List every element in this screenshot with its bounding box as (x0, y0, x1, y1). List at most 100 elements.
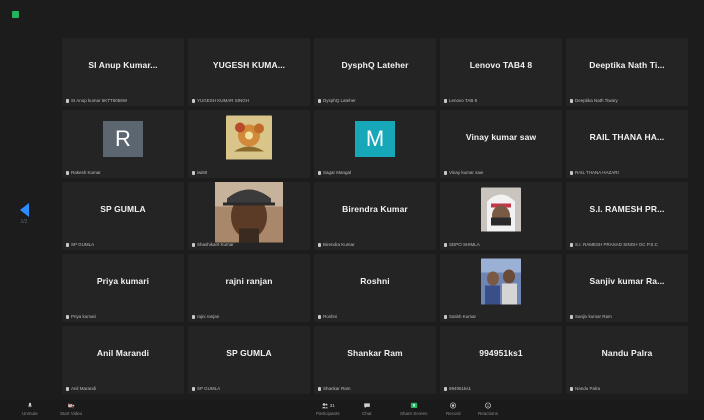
participant-name-label: Birendra Kumar (318, 242, 432, 247)
participants-count: 31 (329, 403, 335, 408)
muted-mic-icon (570, 98, 573, 103)
prev-page-button[interactable]: 1/2 (14, 203, 34, 227)
participant-tile[interactable]: S.I. RAMESH PR... S.I. RAMESH PRASAD SING… (566, 182, 688, 250)
muted-mic-icon (444, 386, 447, 391)
participant-name-label: Vinay kumar saw (444, 170, 558, 175)
participant-tile[interactable]: Priya kumari Priya kumari (62, 254, 184, 322)
participants-label: Participants (316, 411, 340, 416)
muted-mic-icon (570, 242, 573, 247)
participant-tile[interactable]: Anil Marandi Anil Marandi (62, 326, 184, 394)
record-button[interactable]: Record (446, 402, 461, 416)
participant-tile[interactable]: SI Anup Kumar... SI Anup kumar 6KTT6056W (62, 38, 184, 106)
security-shield-icon[interactable] (12, 11, 19, 18)
participant-tile[interactable]: YUGESH KUMA... YUGESH KUMAR SINGH (188, 38, 310, 106)
participant-display-name: SI Anup Kumar... (88, 60, 158, 70)
meeting-window: 1/2 SI Anup Kumar... SI Anup kumar 6KTT60… (0, 0, 704, 420)
participant-tile[interactable]: 994951ks1 994951ks1 (440, 326, 562, 394)
participant-name-label: Lenovo TAB 8 (444, 98, 558, 103)
muted-mic-icon (66, 170, 69, 175)
reactions-label: Reactions (478, 411, 499, 416)
page-indicator: 1/2 (20, 219, 28, 225)
participant-tile[interactable]: SP GUMLA SP GUMLA (188, 326, 310, 394)
start-video-button[interactable]: Start Video (60, 402, 82, 416)
participant-display-name: SP GUMLA (226, 348, 272, 358)
participant-label-text: Vinay kumar saw (449, 170, 484, 175)
participant-tile[interactable]: Nandu Palra Nandu Palra (566, 326, 688, 394)
participant-tile[interactable]: iwi80 (188, 110, 310, 178)
participant-tile[interactable]: rajni ranjan rajni ranjan (188, 254, 310, 322)
participant-display-name: Nandu Palra (601, 348, 653, 358)
participant-name-label: S.I. RAMESH PRASAD SINGH OC P.S.C (570, 242, 684, 247)
participant-name-label: Shashikant Kumar (192, 242, 306, 247)
muted-mic-icon (66, 386, 69, 391)
participant-tile[interactable]: Sanjiv kumar Ra... Sanjiv kumar Ram (566, 254, 688, 322)
muted-mic-icon (192, 386, 195, 391)
start-video-label: Start Video (60, 411, 83, 416)
participant-display-name: Birendra Kumar (342, 204, 408, 214)
participant-name-label: Priya kumari (66, 314, 180, 319)
participant-label-text: Roshni (323, 314, 338, 319)
participant-tile[interactable]: DysphQ Lateher DysphQ Lateher (314, 38, 436, 106)
participant-name-label: iwi80 (192, 170, 306, 175)
participant-name-label: DysphQ Lateher (318, 98, 432, 103)
participant-label-text: SDPO SHIMLA (449, 242, 480, 247)
share-screen-button[interactable]: Share Screen (400, 402, 428, 416)
participant-label-text: YUGESH KUMAR SINGH (197, 98, 250, 103)
avatar: R (103, 120, 143, 157)
participant-tile[interactable]: Shashikant Kumar (188, 182, 310, 250)
participant-label-text: SP GUMLA (197, 386, 221, 391)
participant-label-text: Shashikant Kumar (197, 242, 234, 247)
participant-tile[interactable]: Satish Kumar (440, 254, 562, 322)
participant-label-text: Anil Marandi (71, 386, 97, 391)
participant-tile[interactable]: RAIL THANA HA... RAIL THANA HAZARI (566, 110, 688, 178)
participant-label-text: Lenovo TAB 8 (449, 98, 478, 103)
participant-tile[interactable]: Vinay kumar saw Vinay kumar saw (440, 110, 562, 178)
participant-tile[interactable]: Birendra Kumar Birendra Kumar (314, 182, 436, 250)
reactions-button[interactable]: Reactions (478, 402, 498, 416)
participant-video-image (226, 115, 272, 164)
muted-mic-icon (570, 170, 573, 175)
muted-mic-icon (444, 98, 447, 103)
participant-display-name: Priya kumari (96, 276, 150, 286)
participant-label-text: Nandu Palra (575, 386, 601, 391)
participant-name-label: Deeptika Nath Tiwary (570, 98, 684, 103)
participants-button[interactable]: 31 Participants (316, 402, 340, 416)
reactions-smile-icon (485, 402, 491, 409)
muted-mic-icon (318, 386, 321, 391)
share-screen-label: Share Screen (400, 411, 428, 416)
muted-mic-icon (444, 242, 447, 247)
participant-name-label: Anil Marandi (66, 386, 180, 391)
participant-display-name: S.I. RAMESH PR... (589, 204, 665, 214)
muted-mic-icon (66, 98, 69, 103)
participant-display-name: RAIL THANA HA... (589, 132, 665, 142)
participant-name-label: SP GUMLA (66, 242, 180, 247)
participant-label-text: SP GUMLA (71, 242, 95, 247)
participant-display-name: SP GUMLA (100, 204, 146, 214)
participant-tile[interactable]: Lenovo TAB4 8 Lenovo TAB 8 (440, 38, 562, 106)
participant-name-label: SDPO SHIMLA (444, 242, 558, 247)
participant-tile[interactable]: SP GUMLA SP GUMLA (62, 182, 184, 250)
participant-name-label: Rakesh Kumar (66, 170, 180, 175)
participant-label-text: iwi80 (197, 170, 208, 175)
muted-mic-icon (318, 242, 321, 247)
unmute-button[interactable]: Unmute (22, 402, 38, 416)
participant-video-image (481, 187, 521, 236)
participant-tile[interactable]: R Rakesh Kumar (62, 110, 184, 178)
muted-mic-icon (444, 314, 447, 319)
participant-tile[interactable]: Shankar Ram Shankar Ram (314, 326, 436, 394)
participant-tile[interactable]: Deeptika Nath Ti... Deeptika Nath Tiwary (566, 38, 688, 106)
participants-icon (321, 403, 328, 409)
chat-button[interactable]: Chat (362, 402, 372, 416)
participant-display-name: Deeptika Nath Ti... (589, 60, 665, 70)
participant-tile[interactable]: SDPO SHIMLA (440, 182, 562, 250)
participant-name-label: Satish Kumar (444, 314, 558, 319)
muted-mic-icon (192, 314, 195, 319)
muted-mic-icon (66, 314, 69, 319)
unmute-label: Unmute (22, 411, 38, 416)
participant-display-name: Roshni (360, 276, 390, 286)
participant-tile[interactable]: Roshni Roshni (314, 254, 436, 322)
participant-label-text: Priya kumari (71, 314, 97, 319)
participant-display-name: rajni ranjan (225, 276, 273, 286)
participant-tile[interactable]: M Sagar Mangal (314, 110, 436, 178)
participant-name-label: YUGESH KUMAR SINGH (192, 98, 306, 103)
